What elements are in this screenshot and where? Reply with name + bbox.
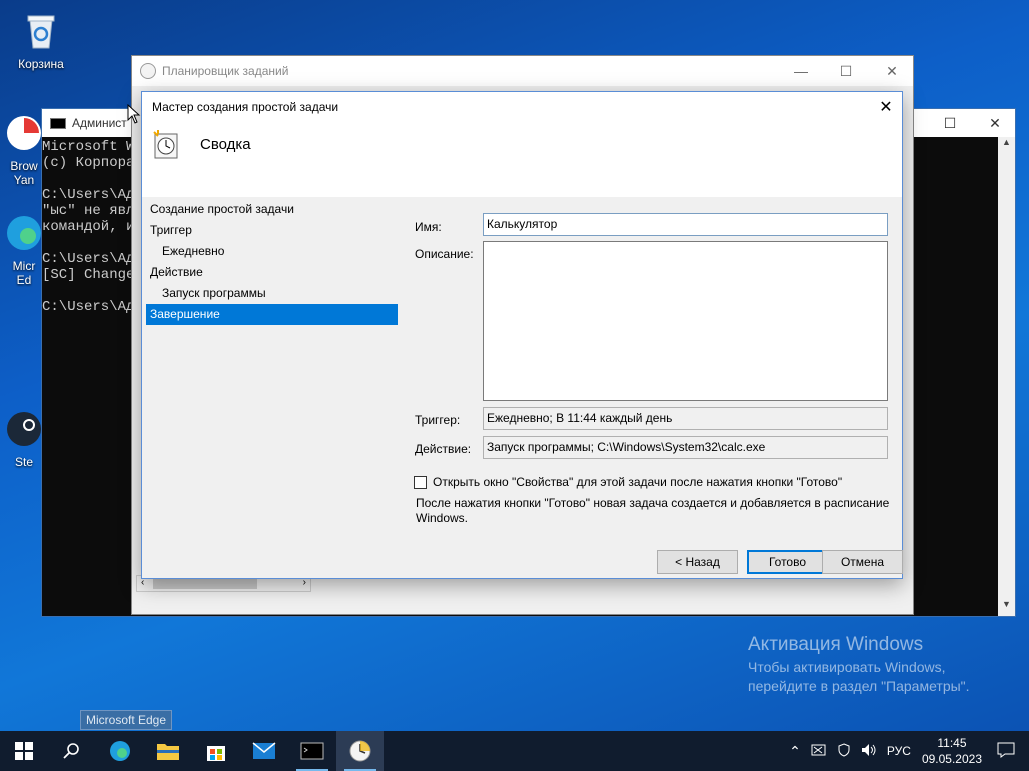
description-field[interactable] [483, 241, 888, 401]
task-scheduler-icon [349, 740, 371, 762]
yandex-browser-icon [7, 116, 41, 150]
mouse-cursor-icon [127, 104, 141, 124]
step-start-program[interactable]: Запуск программы [146, 283, 398, 304]
open-properties-label: Открыть окно "Свойства" для этой задачи … [433, 475, 843, 489]
step-create-basic-task[interactable]: Создание простой задачи [146, 199, 398, 220]
activation-line1: Чтобы активировать Windows, [748, 659, 946, 675]
task-clock-icon [153, 130, 178, 159]
taskbar-mail[interactable] [240, 731, 288, 771]
description-label: Описание: [415, 247, 474, 261]
cmd-maximize-button[interactable]: ☐ [927, 109, 973, 137]
trigger-label: Триггер: [415, 413, 461, 427]
activation-title: Активация Windows [748, 634, 924, 655]
search-button[interactable] [48, 731, 96, 771]
taskbar-file-explorer[interactable] [144, 731, 192, 771]
show-hidden-icons-icon[interactable]: ⌃ [789, 743, 801, 760]
scheduler-minimize-button[interactable]: — [778, 56, 824, 86]
cmd-icon [50, 117, 66, 129]
cmd-scrollbar[interactable]: ▲ ▼ [998, 137, 1015, 616]
open-properties-checkbox[interactable] [414, 475, 427, 489]
wizard-page-title: Сводка [200, 136, 251, 153]
open-properties-option[interactable]: Открыть окно "Свойства" для этой задачи … [414, 475, 842, 489]
cancel-button[interactable]: Отмена [822, 550, 903, 574]
step-trigger[interactable]: Триггер [146, 220, 398, 241]
desktop-icon-label: Корзина [18, 57, 64, 71]
store-icon [207, 746, 225, 761]
security-icon[interactable] [837, 742, 851, 760]
edge-icon [7, 216, 41, 250]
activation-watermark: Активация Windows Чтобы активировать Win… [748, 634, 970, 696]
activation-line2: перейдите в раздел "Параметры". [748, 678, 970, 694]
wizard-title: Мастер создания простой задачи [152, 100, 339, 114]
folder-icon [157, 744, 179, 760]
steam-icon [7, 412, 41, 446]
back-button[interactable]: < Назад [657, 550, 738, 574]
cmd-title: Админист [72, 116, 127, 130]
name-label: Имя: [415, 220, 442, 234]
wizard-titlebar[interactable]: Мастер создания простой задачи [142, 92, 902, 122]
scheduler-close-button[interactable]: ✕ [869, 56, 915, 86]
windows-logo-icon [15, 742, 33, 760]
system-tray: ⌃ РУС 11:45 09.05.2023 [784, 731, 1029, 771]
volume-icon[interactable] [861, 743, 877, 760]
scheduler-clock-icon [140, 63, 156, 79]
edge-tooltip: Microsoft Edge [80, 710, 173, 730]
step-action[interactable]: Действие [146, 262, 398, 283]
step-daily[interactable]: Ежедневно [146, 241, 398, 262]
wizard-steps: Создание простой задачи Триггер Ежедневн… [146, 199, 398, 325]
taskbar-time: 11:45 [937, 736, 967, 750]
action-label: Действие: [415, 442, 472, 456]
wizard-close-button[interactable]: ✕ [870, 92, 902, 122]
scroll-thumb[interactable] [153, 579, 257, 589]
taskbar: ⌃ РУС 11:45 09.05.2023 [0, 731, 1029, 771]
recycle-bin-icon [27, 15, 55, 49]
language-indicator[interactable]: РУС [887, 744, 911, 758]
scroll-down-arrow-icon[interactable]: ▼ [998, 599, 1015, 616]
wizard-header: Сводка [142, 122, 902, 197]
finish-note: После нажатия кнопки "Готово" новая зада… [416, 496, 890, 525]
network-status-icon[interactable] [811, 743, 827, 760]
taskbar-cmd[interactable] [288, 731, 336, 771]
scheduler-title: Планировщик заданий [162, 64, 289, 78]
finish-button[interactable]: Готово [747, 550, 828, 574]
mail-icon [252, 742, 276, 759]
desktop-icon-recycle-bin[interactable]: Корзина [4, 10, 78, 71]
start-button[interactable] [0, 731, 48, 771]
taskbar-task-scheduler[interactable] [336, 731, 384, 771]
taskbar-edge[interactable] [96, 731, 144, 771]
action-field: Запуск программы; C:\Windows\System32\ca… [483, 436, 888, 459]
name-field[interactable]: Калькулятор [483, 213, 888, 236]
step-finish[interactable]: Завершение [146, 304, 398, 325]
taskbar-store[interactable] [192, 731, 240, 771]
edge-icon [110, 741, 130, 761]
scheduler-maximize-button[interactable]: ☐ [823, 56, 869, 86]
cmd-close-button[interactable]: ✕ [972, 109, 1018, 137]
create-basic-task-wizard[interactable]: Мастер создания простой задачи ✕ Сводка … [141, 91, 903, 579]
taskbar-clock[interactable]: 11:45 09.05.2023 [922, 735, 982, 767]
scroll-up-arrow-icon[interactable]: ▲ [998, 137, 1015, 154]
search-icon [63, 743, 79, 759]
taskbar-date: 09.05.2023 [921, 752, 982, 766]
notifications-icon[interactable] [997, 742, 1015, 761]
cmd-icon [300, 742, 324, 760]
trigger-field: Ежедневно; В 11:44 каждый день [483, 407, 888, 430]
